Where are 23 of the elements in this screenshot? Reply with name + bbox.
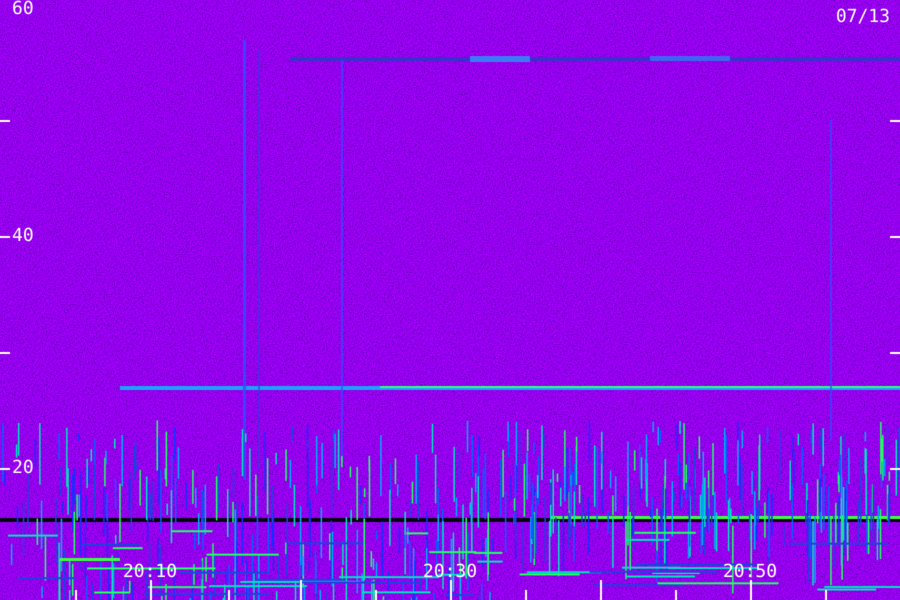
tick-mark — [600, 580, 602, 600]
tick-mark — [300, 580, 302, 600]
tick-mark — [750, 580, 752, 600]
tick-mark — [228, 590, 230, 600]
tick-mark — [890, 120, 900, 122]
y-axis-label: 40 — [12, 227, 34, 245]
tick-mark — [0, 120, 10, 122]
tick-mark — [825, 590, 827, 600]
tick-mark — [75, 590, 77, 600]
y-axis-label: 20 — [12, 459, 34, 477]
y-axis-label: 60 — [12, 0, 34, 18]
tick-mark — [450, 580, 452, 600]
tick-mark — [890, 236, 900, 238]
tick-mark — [150, 580, 152, 600]
tick-mark — [0, 352, 10, 354]
tick-mark — [0, 468, 10, 470]
date-label: 07/13 — [836, 8, 890, 26]
tick-mark — [375, 590, 377, 600]
tick-mark — [890, 352, 900, 354]
tick-mark — [525, 590, 527, 600]
tick-mark — [890, 468, 900, 470]
tick-mark — [0, 236, 10, 238]
tick-mark — [675, 590, 677, 600]
